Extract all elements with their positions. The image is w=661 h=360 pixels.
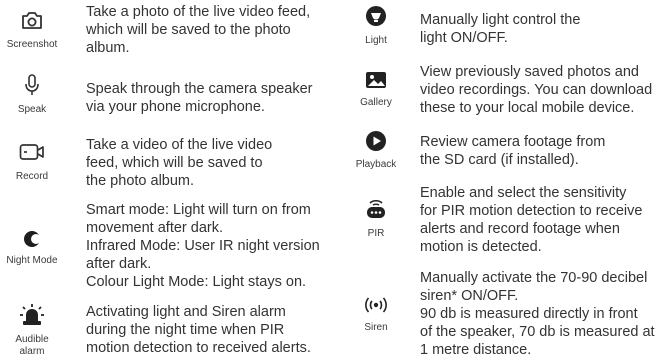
feature-label: PIR	[367, 228, 385, 239]
feature-label: Speak	[17, 104, 47, 115]
feature-label: Screenshot	[6, 39, 58, 50]
feature-label: Night Mode	[6, 255, 58, 266]
feature-description: Speak through the camera speaker via you…	[86, 81, 313, 115]
feature-description: Enable and select the sensitivity for PI…	[420, 185, 643, 255]
feature-label: alarm	[19, 346, 45, 357]
feature-label: Playback	[355, 159, 397, 170]
broadcast-icon	[365, 297, 387, 313]
feature-label: Siren	[364, 322, 388, 333]
camera-icon	[22, 12, 42, 29]
feature-description: View previously saved photos and video r…	[420, 64, 653, 116]
video-camera-icon	[19, 144, 44, 160]
feature-label: Gallery	[360, 97, 392, 108]
gallery-icon	[366, 72, 386, 88]
feature-description: Manually light control the light ON/OFF.	[420, 12, 581, 46]
feature-guide-page: { "left": [ { "label": "Screenshot", "ic…	[0, 0, 661, 360]
pir-sensor-icon	[367, 199, 385, 218]
feature-description: Smart mode: Light will turn on from move…	[86, 202, 320, 290]
feature-description: Take a photo of the live video feed, whi…	[86, 4, 311, 56]
feature-description: Activating light and Siren alarm during …	[86, 304, 311, 356]
microphone-icon	[25, 74, 39, 95]
light-bulb-icon	[366, 6, 386, 26]
feature-description: Take a video of the live video feed, whi…	[86, 137, 273, 189]
feature-label: Light	[365, 35, 387, 46]
feature-description: Review camera footage from the SD card (…	[420, 134, 606, 168]
feature-description: Manually activate the 70-90 decibel sire…	[420, 270, 655, 358]
moon-icon	[24, 231, 41, 247]
feature-label: Record	[15, 171, 49, 182]
siren-icon	[20, 304, 44, 325]
play-icon	[366, 131, 386, 151]
feature-label: Audible	[15, 334, 49, 345]
